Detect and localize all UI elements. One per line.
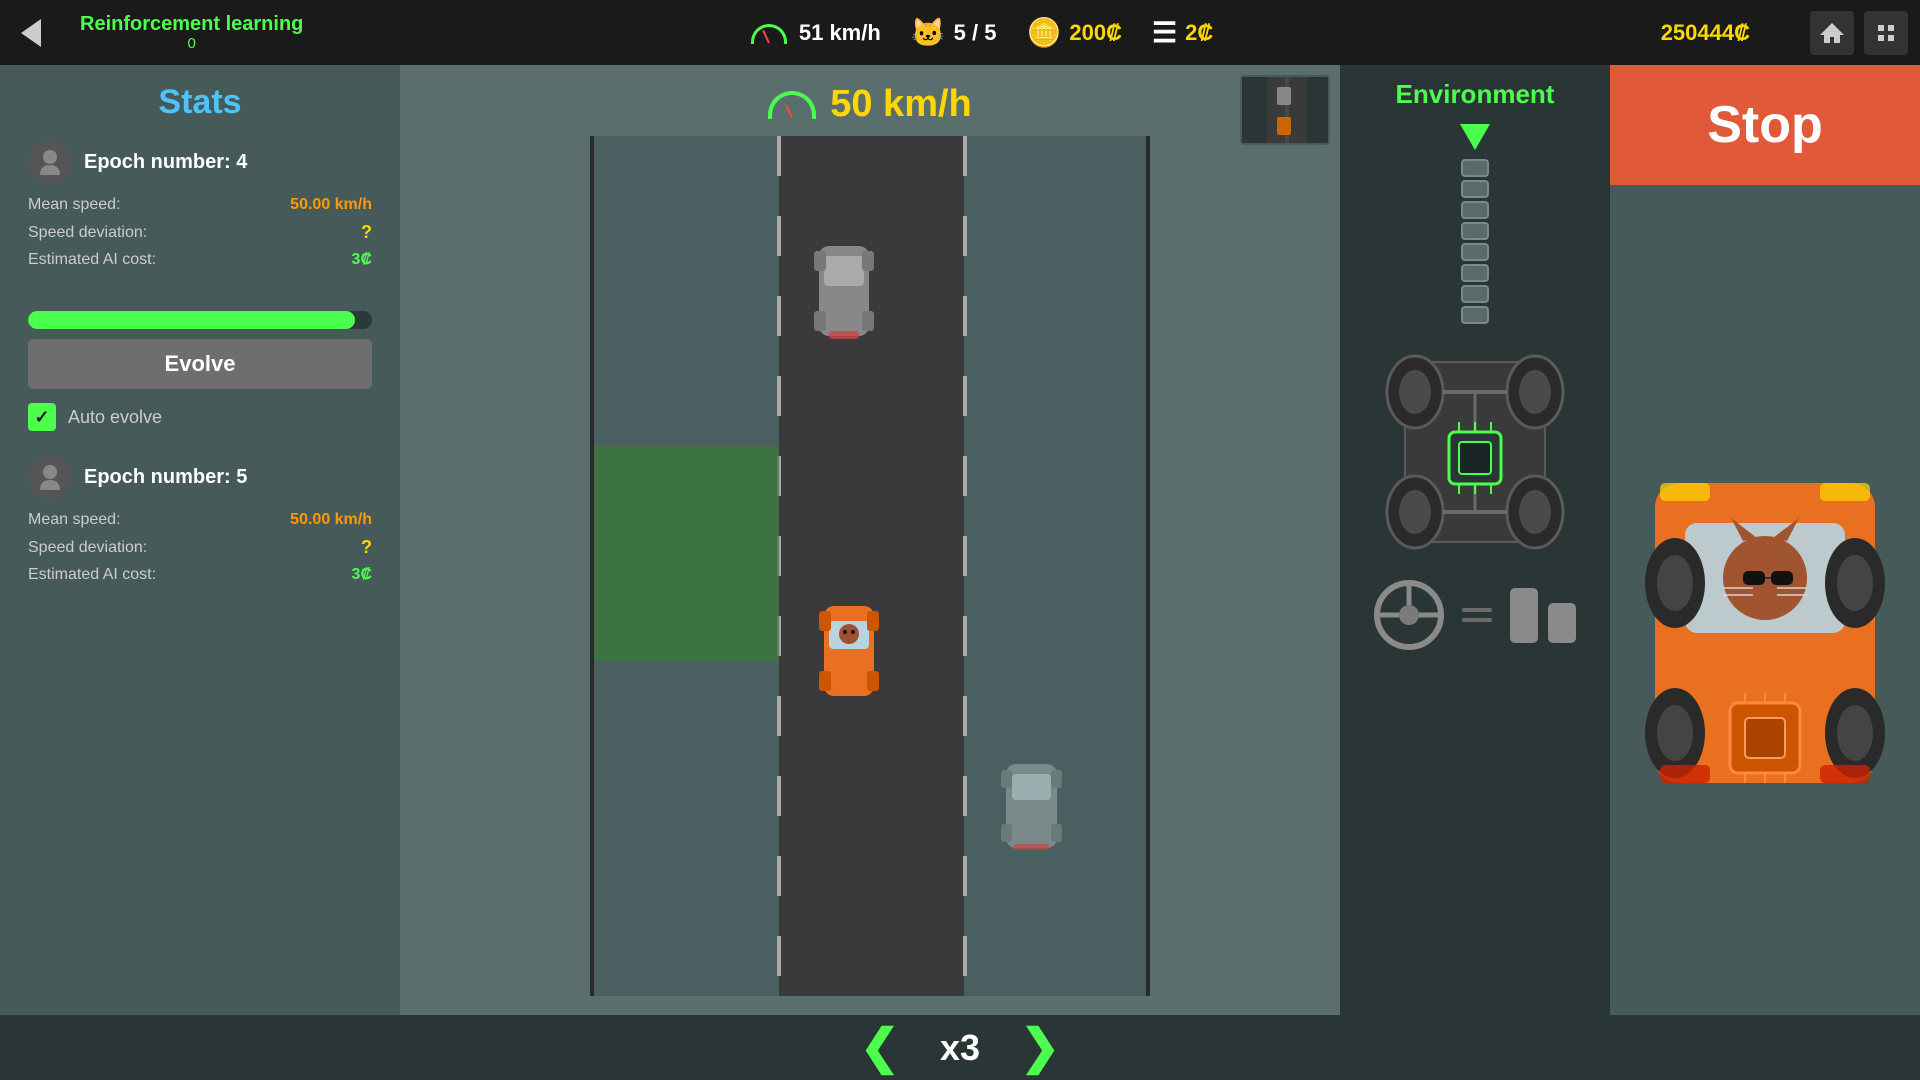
topbar: Reinforcement learning 0 51 km/h 🐱 5 / 5…: [0, 0, 1920, 65]
main-content: Stats Epoch number: 4 Mean speed: 50.00 …: [0, 65, 1920, 1080]
epoch-2-mean-speed-val: 50.00 km/h: [290, 511, 372, 529]
settings-button[interactable]: [1864, 11, 1908, 55]
coins-value: 200₡: [1069, 20, 1122, 46]
stacks-indicator: ☰ 2₡: [1152, 16, 1213, 49]
epoch-1-mean-speed-row: Mean speed: 50.00 km/h: [28, 192, 372, 218]
car-display-area: [1610, 185, 1920, 1080]
stacks-value: 2₡: [1185, 20, 1213, 46]
epoch-1-deviation-label: Speed deviation:: [28, 224, 147, 242]
epoch-2-deviation-row: Speed deviation: ?: [28, 533, 372, 562]
environment-title: Environment: [1396, 79, 1555, 110]
speed-gauge-icon: [768, 91, 816, 119]
back-button[interactable]: [12, 14, 50, 52]
stats-panel: Stats Epoch number: 4 Mean speed: 50.00 …: [0, 65, 400, 1080]
epoch-2-ai-cost-val: 3₡: [352, 566, 372, 584]
auto-evolve-row: Auto evolve: [28, 403, 372, 431]
auto-evolve-label: Auto evolve: [68, 407, 162, 428]
epoch-1-header: Epoch number: 4: [28, 140, 372, 184]
right-lane-line: [963, 136, 967, 996]
epoch-2-label: Epoch number: 5: [84, 466, 247, 489]
speed-indicator: 51 km/h: [751, 17, 881, 49]
epoch-2-deviation-val: ?: [361, 537, 372, 558]
cats-value: 5 / 5: [954, 20, 997, 46]
epoch-2-ai-cost-label: Estimated AI cost:: [28, 566, 156, 584]
epoch-2-block: Epoch number: 5 Mean speed: 50.00 km/h S…: [28, 455, 372, 588]
score-display: 0: [80, 35, 303, 52]
speed-icon: [751, 17, 791, 49]
stats-title: Stats: [28, 83, 372, 122]
multiplier-increase-button[interactable]: ❯: [1020, 1024, 1060, 1072]
environment-panel: Environment: [1340, 65, 1610, 1080]
car-2-orange: [809, 596, 889, 706]
evolve-button[interactable]: Evolve: [28, 339, 372, 389]
road-panel: 50 km/h: [400, 65, 1340, 1080]
title-block: Reinforcement learning 0: [80, 13, 303, 52]
epoch-1-deviation-row: Speed deviation: ?: [28, 218, 372, 247]
cat-icon: 🐱: [911, 16, 946, 49]
progress-bar-fill: [28, 311, 355, 329]
epoch-1-deviation-val: ?: [361, 222, 372, 243]
control-lines: [1462, 608, 1492, 622]
epoch-2-deviation-label: Speed deviation:: [28, 539, 147, 557]
green-zone: [594, 446, 779, 661]
road-area: [590, 136, 1150, 996]
down-arrow: [1460, 124, 1490, 155]
coin-icon: 🪙: [1026, 16, 1061, 49]
mini-map: [1240, 75, 1330, 145]
epoch-1-label: Epoch number: 4: [84, 151, 247, 174]
multiplier-decrease-button[interactable]: ❮: [860, 1024, 900, 1072]
epoch-1-icon: [28, 140, 72, 184]
epoch-1-ai-cost-val: 3₡: [352, 251, 372, 269]
epoch-1-mean-speed-val: 50.00 km/h: [290, 196, 372, 214]
home-button[interactable]: [1810, 11, 1854, 55]
coins-indicator: 🪙 200₡: [1026, 16, 1121, 49]
epoch-2-mean-speed-label: Mean speed:: [28, 511, 121, 529]
total-coins: 250444₡: [1661, 20, 1750, 46]
stop-button[interactable]: Stop: [1610, 65, 1920, 185]
epoch-1-mean-speed-label: Mean speed:: [28, 196, 121, 214]
right-icons: [1810, 11, 1908, 55]
epoch-2-mean-speed-row: Mean speed: 50.00 km/h: [28, 507, 372, 533]
car-3: [994, 756, 1069, 856]
cats-indicator: 🐱 5 / 5: [911, 16, 997, 49]
auto-evolve-checkbox[interactable]: [28, 403, 56, 431]
epoch-2-ai-cost-row: Estimated AI cost: 3₡: [28, 562, 372, 588]
epoch-1-block: Epoch number: 4 Mean speed: 50.00 km/h S…: [28, 140, 372, 273]
neural-nodes: [1461, 159, 1489, 324]
car-body-diagram: [1375, 332, 1575, 572]
stack-icon: ☰: [1152, 16, 1177, 49]
speed-display: 50 km/h: [768, 83, 972, 126]
epoch-1-ai-cost-label: Estimated AI cost:: [28, 251, 156, 269]
controls-row: [1374, 580, 1576, 650]
epoch-2-icon: [28, 455, 72, 499]
speed-value-main: 50 km/h: [830, 83, 972, 126]
speed-value: 51 km/h: [799, 20, 881, 46]
app-title: Reinforcement learning: [80, 13, 303, 35]
epoch-1-ai-cost-row: Estimated AI cost: 3₡: [28, 247, 372, 273]
bottombar: ❮ x3 ❯: [0, 1015, 1920, 1080]
car-1: [804, 236, 884, 346]
epoch-2-header: Epoch number: 5: [28, 455, 372, 499]
env-diagram: [1355, 124, 1595, 704]
progress-bar: [28, 311, 372, 329]
right-panel: Stop: [1610, 65, 1920, 1080]
pedals: [1510, 588, 1576, 643]
multiplier-display: x3: [940, 1027, 980, 1069]
